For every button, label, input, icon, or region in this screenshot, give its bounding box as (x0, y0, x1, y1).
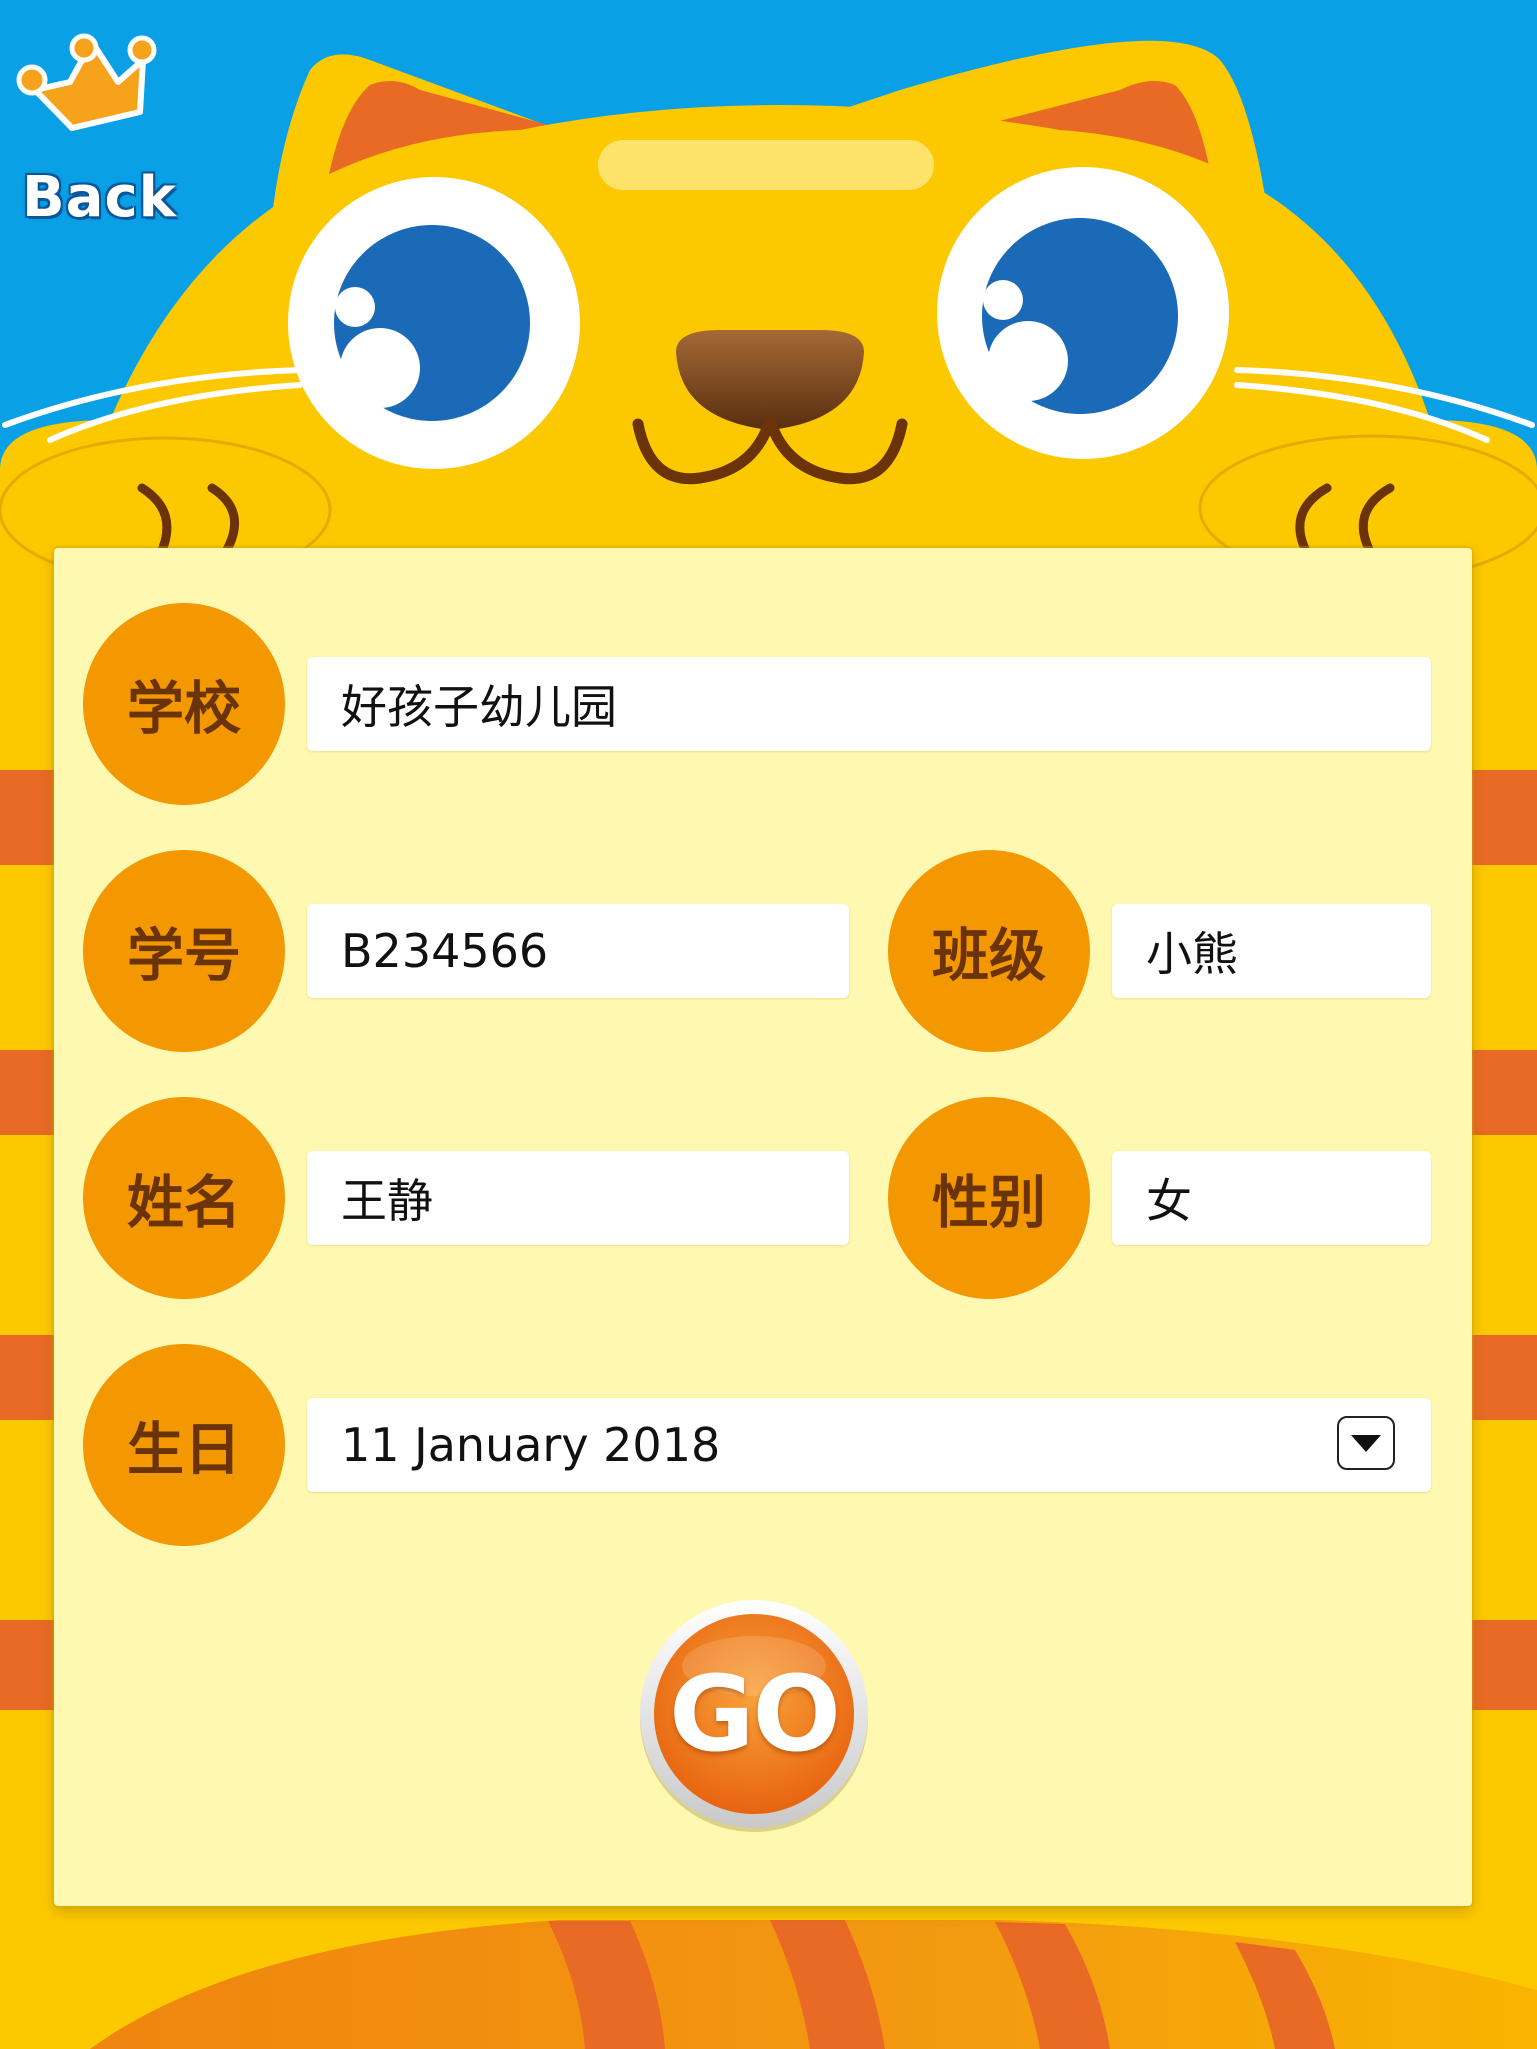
gender-field[interactable]: 女 (1112, 1151, 1431, 1245)
back-button[interactable]: Back (10, 20, 176, 230)
birthday-value: 11 January 2018 (341, 1418, 721, 1472)
go-label: GO (669, 1653, 841, 1775)
chevron-down-icon (1351, 1435, 1381, 1452)
back-label: Back (22, 165, 177, 230)
birthday-select[interactable]: 11 January 2018 (307, 1398, 1431, 1492)
go-button[interactable]: GO (636, 1596, 872, 1832)
birthday-label: 生日 (83, 1344, 285, 1546)
student-id-field[interactable]: B234566 (307, 904, 849, 998)
class-field[interactable]: 小熊 (1112, 904, 1431, 998)
name-label: 姓名 (83, 1097, 285, 1299)
name-field[interactable]: 王静 (307, 1151, 849, 1245)
class-value: 小熊 (1146, 927, 1238, 981)
name-value: 王静 (341, 1174, 433, 1228)
school-field[interactable]: 好孩子幼儿园 (307, 657, 1431, 751)
student-id-value: B234566 (341, 924, 549, 978)
gender-value: 女 (1146, 1174, 1192, 1228)
school-label: 学校 (83, 603, 285, 805)
school-value: 好孩子幼儿园 (341, 680, 617, 734)
gender-label: 性别 (888, 1097, 1090, 1299)
class-label: 班级 (888, 850, 1090, 1052)
birthday-dropdown-button[interactable] (1337, 1416, 1395, 1470)
student-id-label: 学号 (83, 850, 285, 1052)
crown-icon (16, 33, 157, 131)
